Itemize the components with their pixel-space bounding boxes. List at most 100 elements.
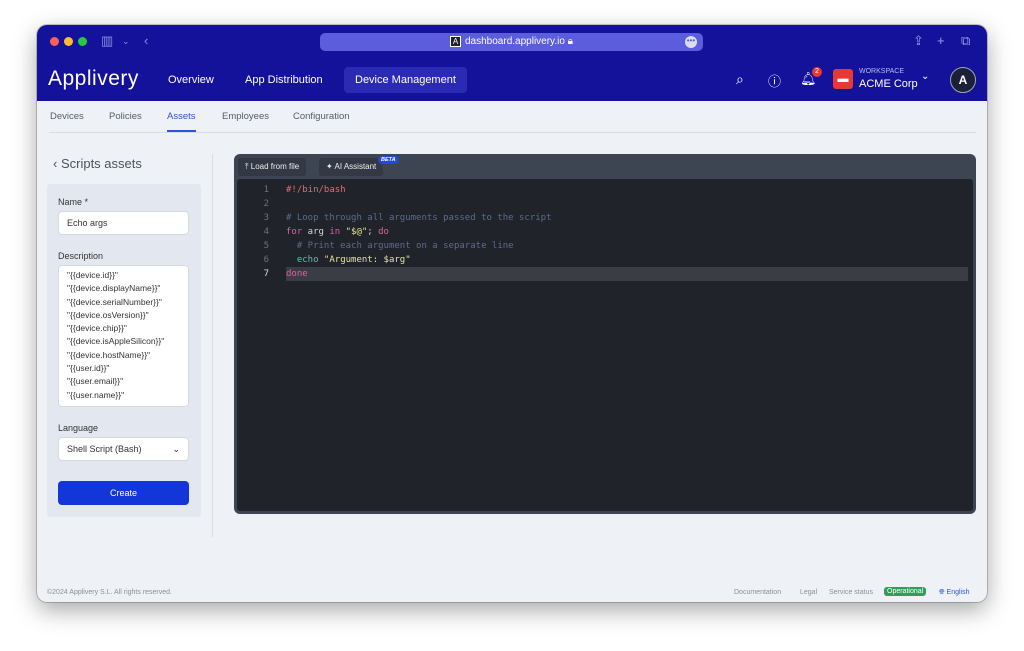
description-line: "{{device.hostName}}" [67, 349, 151, 360]
create-button[interactable]: Create [58, 481, 189, 505]
description-line: "{{user.id}}" [67, 363, 110, 374]
language-label: Language [58, 423, 99, 433]
url-text: dashboard.applivery.io [465, 36, 565, 47]
code-line: 7 done [237, 267, 970, 281]
workspace-logo: ▬ [833, 69, 853, 89]
code-line: 3 # Loop through all arguments passed to … [237, 211, 970, 225]
code-line: 5 # Print each argument on a separate li… [237, 239, 970, 253]
script-form: Name * Echo args Description "{{device.i… [47, 184, 201, 517]
nav-overview[interactable]: Overview [157, 67, 225, 93]
line-number: 7 [263, 269, 269, 279]
chevron-down-icon: ⌄ [172, 444, 180, 454]
description-line: "{{device.serialNumber}}" [67, 296, 162, 307]
code-editor-panel: ⤒ Load from file ✦ AI Assistant BETA 1 #!… [234, 154, 976, 514]
help-icon[interactable]: ⓘ [768, 71, 781, 90]
name-input[interactable]: Echo args [58, 211, 189, 235]
description-line: "{{device.displayName}}" [67, 283, 161, 294]
load-from-file-label: Load from file [250, 162, 300, 171]
back-link[interactable]: ‹ Scripts assets [53, 156, 142, 171]
back-arrow-icon[interactable]: ‹ [144, 33, 148, 48]
code-token: ; [367, 227, 379, 237]
chevron-down-icon[interactable]: ⌄ [122, 36, 130, 47]
sidebar-toggle-icon[interactable]: ▥ [101, 33, 113, 49]
code-token: arg [302, 227, 330, 237]
workspace-label: WORKSPACE [859, 68, 904, 75]
ai-assistant-button[interactable]: ✦ AI Assistant [319, 158, 384, 176]
search-icon[interactable]: ⌕ [736, 71, 744, 88]
tab-policies[interactable]: Policies [109, 111, 142, 130]
line-number: 2 [263, 199, 269, 209]
tab-devices[interactable]: Devices [50, 111, 84, 130]
divider [212, 154, 213, 537]
tab-assets[interactable]: Assets [167, 111, 196, 132]
code-token: "Argument: $arg" [318, 255, 411, 265]
tabs-overview-icon[interactable]: ⧉ [961, 33, 970, 49]
lock-icon: 🔒︎ [567, 36, 573, 47]
description-label: Description [58, 251, 104, 261]
applivery-logo[interactable]: Applivery [48, 67, 139, 91]
code-token: do [378, 227, 389, 237]
maximize-window-button[interactable] [78, 37, 87, 46]
description-line: "{{device.chip}}" [67, 323, 127, 334]
name-label: Name * [58, 197, 89, 207]
back-label: Scripts assets [60, 156, 142, 171]
description-line: "{{device.osVersion}}" [67, 309, 149, 320]
line-number: 3 [263, 213, 269, 223]
address-bar[interactable]: Adashboard.applivery.io 🔒︎ ••• [320, 33, 703, 51]
description-line: "{{device.isAppleSilicon}}" [67, 336, 165, 347]
browser-window: ▥ ⌄ ‹ Adashboard.applivery.io 🔒︎ ••• ⇪ + … [37, 25, 987, 602]
globe-icon: 🌐︎ [939, 589, 947, 596]
language-select[interactable]: Shell Script (Bash) ⌄ [58, 437, 189, 461]
code-line: 4 for arg in "$@"; do [237, 225, 970, 239]
copyright: ©2024 Applivery S.L. All rights reserved… [47, 589, 172, 596]
code-line: 2 [237, 197, 970, 211]
documentation-link[interactable]: Documentation [734, 589, 781, 596]
line-number: 4 [263, 227, 269, 237]
site-favicon-icon: A [450, 35, 461, 47]
code-editor[interactable]: 1 #!/bin/bash 2 3 # Loop through all argumen… [237, 179, 973, 511]
line-number: 6 [263, 255, 269, 265]
code-token: in [329, 227, 341, 237]
notification-badge: 2 [812, 67, 822, 77]
nav-device-management[interactable]: Device Management [344, 67, 467, 93]
language-switcher-label: English [946, 589, 970, 596]
beta-badge: BETA [378, 156, 399, 164]
more-icon[interactable]: ••• [685, 36, 697, 48]
code-token: for [286, 227, 303, 237]
minimize-window-button[interactable] [64, 37, 73, 46]
description-textarea[interactable]: "{{device.id}}" "{{device.displayName}}" "… [58, 265, 189, 407]
line-number: 5 [263, 241, 269, 251]
subtabs: Devices Policies Assets Employees Config… [49, 101, 976, 133]
load-from-file-button[interactable]: ⤒ Load from file [238, 158, 307, 176]
language-switcher[interactable]: 🌐︎ English [939, 589, 970, 597]
new-tab-icon[interactable]: + [937, 33, 945, 48]
code-token: # Loop through all arguments passed to t… [286, 213, 552, 223]
ai-assistant-label: AI Assistant [334, 162, 377, 171]
code-text: # Loop through all arguments passed to t… [286, 211, 552, 225]
code-token: "$@" [340, 227, 368, 237]
legal-link[interactable]: Legal [800, 589, 817, 596]
code-token: done [286, 269, 308, 279]
close-window-button[interactable] [50, 37, 59, 46]
code-text: #!/bin/bash [286, 183, 346, 197]
workspace-name[interactable]: ACME Corp [859, 78, 918, 90]
service-status-link[interactable]: Service status [829, 589, 873, 596]
description-line: "{{user.email}}" [67, 376, 124, 387]
description-line: "{{user.name}}" [67, 389, 125, 400]
nav-app-distribution[interactable]: App Distribution [234, 67, 334, 93]
browser-titlebar: ▥ ⌄ ‹ Adashboard.applivery.io 🔒︎ ••• ⇪ + … [37, 25, 987, 59]
code-line: 6 echo "Argument: $arg" [237, 253, 970, 267]
user-avatar[interactable]: A [950, 67, 976, 93]
description-line: "{{device.id}}" [67, 270, 118, 280]
tab-configuration[interactable]: Configuration [293, 111, 350, 130]
code-text: for arg in "$@"; do [286, 225, 389, 239]
tab-employees[interactable]: Employees [222, 111, 269, 130]
language-value: Shell Script (Bash) [67, 444, 142, 454]
workspace-chevron-icon[interactable]: ⌄ [921, 71, 929, 82]
share-icon[interactable]: ⇪ [913, 33, 924, 49]
code-text: done [286, 267, 968, 281]
code-text: # Print each argument on a separate line [286, 239, 514, 253]
line-number: 1 [263, 185, 269, 195]
status-badge: Operational [884, 587, 927, 596]
code-token: #!/bin/bash [286, 185, 346, 195]
